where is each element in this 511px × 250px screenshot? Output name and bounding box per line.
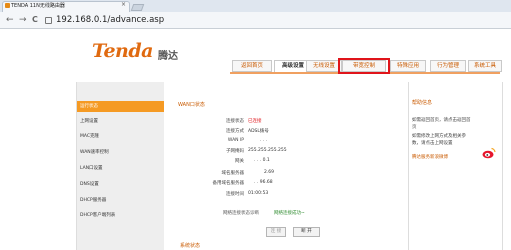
wan-status-title: WAN口状态 — [178, 102, 205, 108]
sidebar-item-wan-rate[interactable]: WAN速率控制 — [77, 147, 164, 158]
sidebar-item-status[interactable]: 运行状态 — [77, 101, 164, 112]
wan-label: 连接状态 — [226, 119, 244, 124]
wan-value: . . . — [260, 138, 268, 143]
sidebar-item-dhcp-clients[interactable]: DHCP客户端列表 — [77, 210, 164, 221]
back-button[interactable]: ← — [6, 15, 14, 25]
wan-value: 255.255.255.255 — [248, 148, 287, 153]
help-panel — [408, 82, 503, 250]
address-bar[interactable]: 192.168.0.1/advance.asp — [56, 15, 164, 25]
system-status-title: 系统状态 — [180, 243, 201, 249]
wan-label: 子网掩码 — [226, 149, 244, 154]
wan-value: 2.69 — [264, 170, 275, 175]
tab-close-icon[interactable]: × — [121, 1, 126, 8]
wan-label: 连接时间 — [226, 192, 244, 197]
tab-title: TENDA 11N无线路由器 — [11, 3, 65, 9]
reload-button[interactable]: C — [32, 15, 38, 25]
help-text: 页 — [412, 125, 417, 130]
brand-name-cn: 腾达 — [158, 51, 178, 62]
wan-label: 域名服务器 — [221, 171, 245, 176]
help-text: 如需修改上网方式及相关参 — [412, 134, 466, 139]
tenda-logo: Tenda — [92, 40, 153, 62]
help-text: 如需返回首页，请点击返回首 — [412, 118, 471, 123]
sidebar-item-dhcp-server[interactable]: DHCP服务器 — [77, 195, 164, 206]
page-border-right — [502, 82, 503, 250]
wan-label: 网关 — [235, 159, 244, 164]
tab-favicon-icon — [5, 3, 10, 8]
tab-special[interactable]: 特殊应用 — [390, 60, 426, 72]
page-icon — [45, 17, 52, 24]
diagnosis-label: 网络连接状态诊断 — [223, 211, 259, 216]
wan-value: . . . 0.1 — [254, 158, 270, 163]
diagnosis-result: 网络连接成功~ — [274, 211, 305, 216]
wan-value: . . 96.68 — [254, 180, 273, 185]
wan-label: 连接方式 — [226, 129, 244, 134]
wan-value: ADSL拨号 — [248, 129, 269, 134]
disconnect-button[interactable]: 断 开 — [293, 227, 320, 237]
sidebar-item-mac-clone[interactable]: MAC克隆 — [77, 131, 164, 142]
tab-system-tools[interactable]: 系统工具 — [468, 60, 502, 72]
help-title: 帮助信息 — [412, 100, 433, 106]
sidebar-item-dns[interactable]: DNS设置 — [77, 179, 164, 190]
wan-label: 备用域名服务器 — [212, 181, 245, 186]
connect-button[interactable]: 连 接 — [266, 227, 286, 237]
tab-behavior[interactable]: 行为管理 — [430, 60, 466, 72]
highlight-box — [338, 58, 390, 74]
tab-home[interactable]: 返回首页 — [232, 60, 272, 72]
wan-label: WAN IP — [227, 138, 244, 143]
tab-wireless[interactable]: 无线设置 — [306, 60, 342, 72]
wan-value: 01:00:53 — [248, 191, 269, 196]
weibo-icon[interactable] — [482, 147, 496, 159]
sidebar-item-internet[interactable]: 上网设置 — [77, 116, 164, 127]
forward-button[interactable]: → — [19, 15, 27, 25]
help-text: 数，请点击上网设置 — [412, 141, 453, 146]
sidebar-item-lan[interactable]: LAN口设置 — [77, 163, 164, 174]
wan-value: 已连接 — [248, 119, 262, 124]
